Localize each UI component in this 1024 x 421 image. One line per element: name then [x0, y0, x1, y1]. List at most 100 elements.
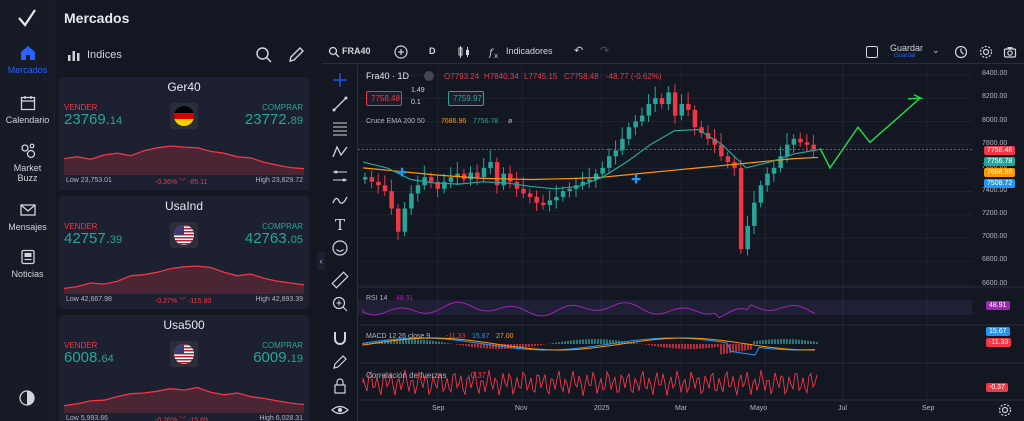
logo-check-icon[interactable]	[17, 8, 37, 28]
candle-body	[719, 144, 724, 157]
high-value: High 6,028.31	[259, 415, 303, 421]
ruler-icon[interactable]	[331, 271, 349, 289]
candle-body	[725, 156, 731, 163]
save-button[interactable]: Guardar	[890, 43, 923, 53]
indicators-icon[interactable]: fx	[488, 45, 502, 59]
correlation-value: -0.37	[468, 371, 487, 380]
nav-item-mercados[interactable]: Mercados	[0, 44, 55, 75]
market-card[interactable]: Usa500 VENDER COMPRAR 6008.64 6009.19 Lo…	[59, 315, 309, 421]
screenshot-camera-icon[interactable]	[1003, 45, 1017, 59]
sparkline-chart	[64, 145, 304, 175]
macd-histogram-bar	[777, 339, 779, 344]
magnet-icon[interactable]	[331, 329, 349, 347]
search-icon[interactable]	[255, 46, 273, 64]
candle-body	[785, 144, 790, 157]
collapse-panel-button[interactable]: ‹	[317, 252, 325, 270]
price-axis-label: 7756.78	[984, 157, 1016, 166]
macd-histogram-bar	[471, 344, 473, 347]
sell-price[interactable]: 23769.14	[64, 111, 122, 128]
theme-toggle-icon[interactable]	[18, 389, 36, 407]
interval-button[interactable]: D	[429, 46, 436, 56]
high-value: High 42,893.39	[255, 296, 303, 303]
macd-histogram-bar	[603, 339, 605, 344]
buy-price-button[interactable]: 7759.97	[448, 91, 484, 106]
market-card[interactable]: Ger40 VENDER COMPRAR 23769.14 23772.89 L…	[59, 77, 309, 190]
candle-body	[395, 208, 401, 232]
fib-lines-icon[interactable]	[331, 119, 349, 137]
macd-histogram-bar	[807, 340, 809, 344]
panel-title: Indices	[87, 49, 122, 61]
candle-body	[415, 185, 421, 194]
macd-histogram-bar	[474, 344, 476, 348]
brush-icon[interactable]	[331, 191, 349, 209]
macd-histogram-bar	[426, 340, 428, 344]
sell-price[interactable]: 42757.39	[64, 230, 122, 247]
candle-body	[547, 200, 553, 206]
settings-gear-icon[interactable]	[979, 45, 993, 59]
market-card[interactable]: UsaInd VENDER COMPRAR 42757.39 42763.05 …	[59, 196, 309, 309]
candle-body	[567, 188, 572, 192]
indicators-button[interactable]: Indicadores	[506, 46, 553, 56]
candle-body	[666, 92, 671, 105]
change-value: -0.26% ﹀ -15.69	[155, 417, 208, 421]
candle-body	[804, 142, 810, 145]
forecast-icon[interactable]	[331, 167, 349, 185]
undo-icon[interactable]: ↶	[574, 44, 583, 57]
pencil-lock-icon[interactable]	[331, 353, 349, 371]
macd-histogram-bar	[786, 339, 788, 344]
spread-value: 1.49	[411, 87, 425, 94]
candle-body	[738, 167, 744, 250]
nav-label: Mensajes	[8, 222, 47, 232]
nav-item-mensajes[interactable]: Mensajes	[0, 201, 55, 232]
nav-item-noticias[interactable]: Noticias	[0, 248, 55, 279]
macd-histogram-bar	[792, 339, 794, 344]
eye-icon[interactable]	[331, 401, 349, 419]
calendar-icon	[20, 96, 35, 111]
macd-histogram-bar	[711, 344, 713, 348]
layout-icon[interactable]	[866, 46, 878, 58]
sell-price-button[interactable]: 7758.48	[366, 91, 402, 106]
pattern-icon[interactable]	[331, 143, 349, 161]
symbol-search-button[interactable]: FRA40	[342, 46, 371, 56]
macd-histogram-bar	[789, 339, 791, 344]
quantity-value[interactable]: 0.1	[411, 99, 421, 106]
nav-item-calendario[interactable]: Calendario	[0, 94, 55, 125]
macd-histogram-bar	[801, 339, 803, 344]
buy-price[interactable]: 23772.89	[245, 111, 303, 128]
legend-low: L7745.15	[524, 72, 558, 81]
page-title: Mercados	[64, 10, 130, 26]
candle-body	[692, 109, 698, 128]
redo-icon[interactable]: ↷	[600, 44, 609, 57]
zoom-in-icon[interactable]	[331, 295, 349, 313]
macd-histogram-bar	[696, 344, 698, 349]
lock-icon[interactable]	[331, 377, 349, 395]
rsi-label: RSI 14	[366, 295, 388, 302]
macd-histogram-bar	[390, 339, 392, 344]
candle-body	[791, 138, 797, 145]
crosshair-icon[interactable]	[331, 71, 349, 89]
macd-histogram-bar	[720, 344, 722, 355]
price-chart[interactable]: ✚ ✚ Fra40 · 1D O7793.24 H7840.34 L7745.15…	[358, 65, 1024, 421]
edit-icon[interactable]	[287, 46, 305, 64]
candle-body	[521, 188, 526, 194]
emoji-icon[interactable]	[331, 239, 349, 257]
candles-icon[interactable]	[457, 45, 471, 59]
chevron-down-icon[interactable]: ⌄	[932, 45, 940, 56]
sell-price[interactable]: 6008.64	[64, 349, 114, 366]
buy-price[interactable]: 6009.19	[253, 349, 303, 366]
ema-hidden-icon[interactable]: ø	[508, 118, 512, 125]
candle-body	[369, 177, 375, 182]
alert-clock-icon[interactable]	[954, 45, 968, 59]
trend-line-icon[interactable]	[331, 95, 349, 113]
buy-price[interactable]: 42763.05	[245, 230, 303, 247]
chart-settings-gear-icon[interactable]	[998, 403, 1012, 417]
macd-histogram-bar	[537, 344, 539, 346]
sparkline-chart	[64, 265, 304, 294]
candle-body	[798, 138, 803, 143]
x-axis-tick: Mar	[675, 405, 688, 412]
add-compare-icon[interactable]	[394, 45, 408, 59]
text-icon[interactable]: T	[331, 215, 349, 233]
search-icon[interactable]	[328, 46, 340, 58]
macd-histogram-bar	[660, 344, 662, 347]
nav-item-market-buzz[interactable]: Market Buzz	[0, 142, 55, 183]
